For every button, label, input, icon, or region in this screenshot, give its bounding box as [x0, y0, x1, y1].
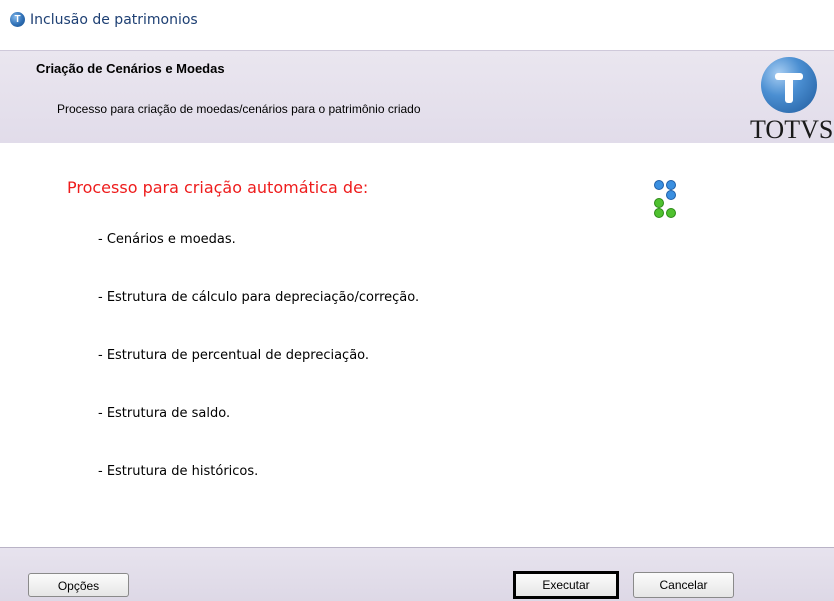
header-subtitle: Processo para criação de moedas/cenários…: [57, 102, 421, 116]
content-heading: Processo para criação automática de:: [67, 178, 369, 197]
process-list: - Cenários e moedas. - Estrutura de cálc…: [98, 232, 419, 522]
dialog-window: T Inclusão de patrimonios Criação de Cen…: [0, 0, 834, 601]
executar-button[interactable]: Executar: [513, 571, 619, 599]
list-item: - Estrutura de cálculo para depreciação/…: [98, 290, 420, 305]
opcoes-button[interactable]: Opções: [28, 573, 129, 597]
header-title: Criação de Cenários e Moedas: [36, 61, 225, 76]
totvs-logo-icon: [761, 57, 817, 113]
list-item: - Cenários e moedas.: [98, 232, 236, 247]
title-bar: T Inclusão de patrimonios: [0, 0, 834, 40]
wizard-footer: Opções Executar Cancelar: [0, 547, 834, 601]
totvs-logo-text: TOTVS: [750, 115, 834, 144]
wizard-header: Criação de Cenários e Moedas Processo pa…: [0, 50, 834, 144]
window-title: Inclusão de patrimonios: [30, 12, 198, 28]
wizard-process-icon: [654, 180, 676, 218]
list-item: - Estrutura de históricos.: [98, 464, 259, 479]
cancelar-button[interactable]: Cancelar: [633, 572, 734, 598]
list-item: - Estrutura de saldo.: [98, 406, 231, 421]
app-icon: T: [10, 12, 25, 27]
wizard-content: Processo para criação automática de: - C…: [0, 143, 834, 547]
list-item: - Estrutura de percentual de depreciação…: [98, 348, 370, 363]
